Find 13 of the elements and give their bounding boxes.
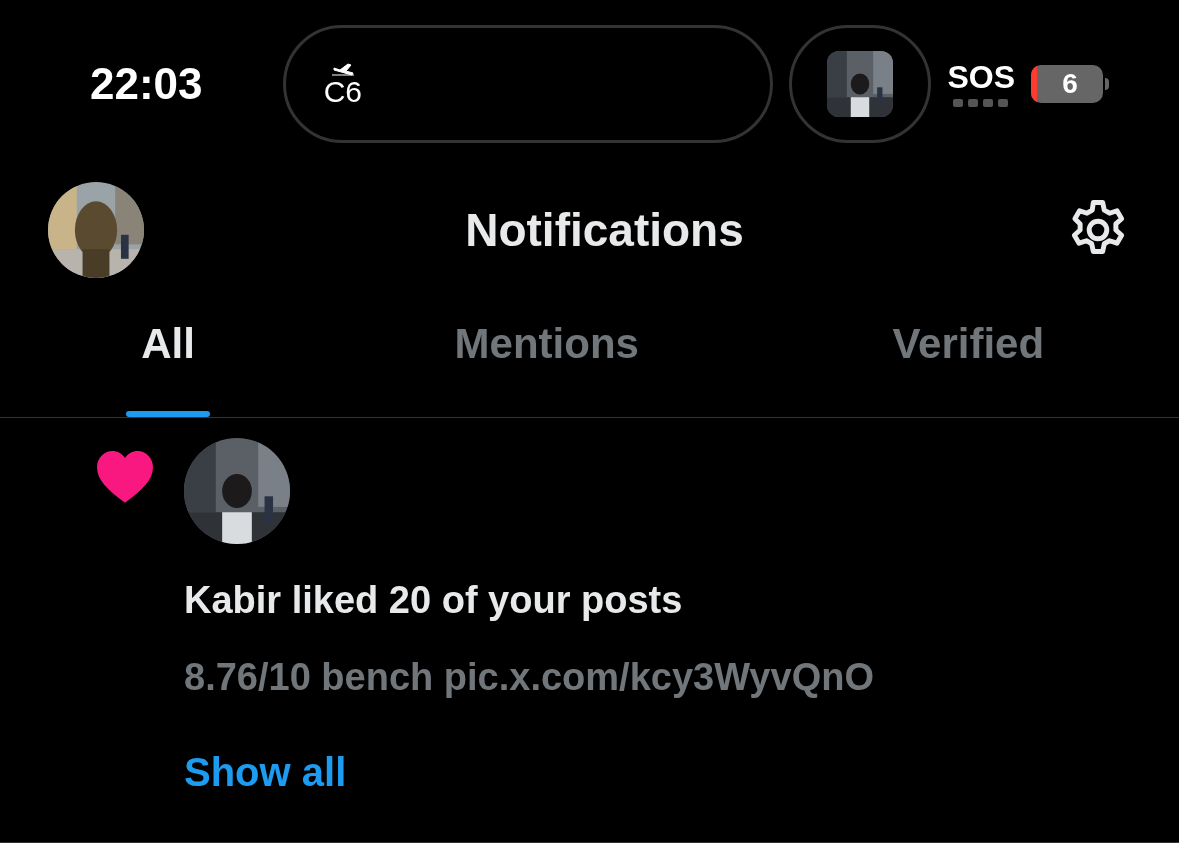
island-label: C6 [323,77,363,108]
signal-icon [953,99,1010,108]
airplane-icon [329,61,356,78]
status-time: 22:03 [90,58,204,111]
notification-text: Kabir liked 20 of your posts [184,578,684,623]
page-title: Notifications [465,202,744,258]
tab[interactable]: All [0,291,336,417]
show-all-link[interactable]: Show all [184,742,874,802]
tab[interactable]: Mentions [336,291,758,417]
tab[interactable]: Verified [757,291,1179,417]
heart-icon [94,448,156,504]
post-preview: 8.76/10 bench pic.x.com/kcy3WyvQnO [184,655,874,700]
carrier-label: SOS [947,61,1015,94]
